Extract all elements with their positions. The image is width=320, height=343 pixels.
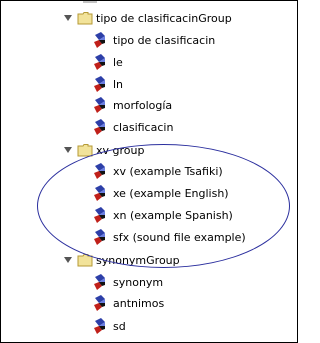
tree-item[interactable]: ln	[93, 75, 123, 93]
tree-panel: tipo de clasificacinGroup tipo de clasif…	[0, 0, 298, 343]
tree-item[interactable]: sd	[93, 317, 126, 335]
tree-item[interactable]: xe (example English)	[93, 184, 229, 202]
tree-item-label: sd	[113, 319, 126, 333]
tree-view[interactable]: tipo de clasificacinGroup tipo de clasif…	[1, 1, 297, 342]
folder-icon	[77, 254, 93, 267]
tree-item-label: sfx (sound file example)	[113, 230, 246, 244]
tree-item-label: ln	[113, 77, 124, 91]
element-gem-icon	[94, 163, 105, 179]
tree-item[interactable]: tipo de clasificacin	[93, 31, 215, 49]
element-gem-icon	[94, 274, 105, 290]
tree-item[interactable]: sfx (sound file example)	[93, 228, 246, 246]
tree-item[interactable]: antnimos	[93, 294, 164, 312]
element-gem-icon	[94, 32, 105, 48]
element-gem-icon	[94, 207, 105, 223]
tree-item-label: xn (example Spanish)	[113, 208, 233, 222]
tree-group-label: synonymGroup	[96, 253, 180, 267]
tree-group-synonym[interactable]: synonymGroup	[63, 251, 180, 269]
element-gem-icon	[94, 185, 105, 201]
folder-icon	[77, 12, 93, 25]
expanded-triangle-icon[interactable]	[63, 145, 73, 155]
element-gem-icon	[94, 119, 105, 135]
tree-item[interactable]: xn (example Spanish)	[93, 206, 233, 224]
element-gem-icon	[94, 54, 105, 70]
tree-item-label: synonym	[113, 275, 164, 289]
tree-item-label: antnimos	[113, 296, 165, 310]
element-gem-icon	[94, 318, 105, 334]
tree-group-label: tipo de clasificacinGroup	[96, 11, 232, 25]
tree-group-tipo-de-clasificacin[interactable]: tipo de clasificacinGroup	[63, 9, 232, 27]
expanded-triangle-icon[interactable]	[63, 13, 73, 23]
element-gem-icon	[94, 295, 105, 311]
tree-item-label: le	[113, 55, 123, 69]
tree-item[interactable]: le	[93, 53, 123, 71]
tree-item-label: tipo de clasificacin	[113, 33, 216, 47]
tree-item-label: xv (example Tsafiki)	[113, 164, 223, 178]
tree-item[interactable]: clasificacin	[93, 118, 173, 136]
tree-group-xv[interactable]: xv group	[63, 141, 144, 159]
tree-item[interactable]: morfología	[93, 96, 172, 114]
element-gem-icon	[94, 76, 105, 92]
folder-icon	[77, 144, 93, 157]
tree-group-label: xv group	[96, 143, 145, 157]
tree-item-label: morfología	[113, 98, 173, 112]
tree-item[interactable]: synonym	[93, 273, 163, 291]
element-gem-icon	[94, 97, 105, 113]
element-gem-icon	[94, 229, 105, 245]
tree-item-label: clasificacin	[113, 120, 174, 134]
expanded-triangle-icon[interactable]	[63, 255, 73, 265]
tree-item[interactable]: xv (example Tsafiki)	[93, 162, 223, 180]
tree-item-label: xe (example English)	[113, 186, 229, 200]
